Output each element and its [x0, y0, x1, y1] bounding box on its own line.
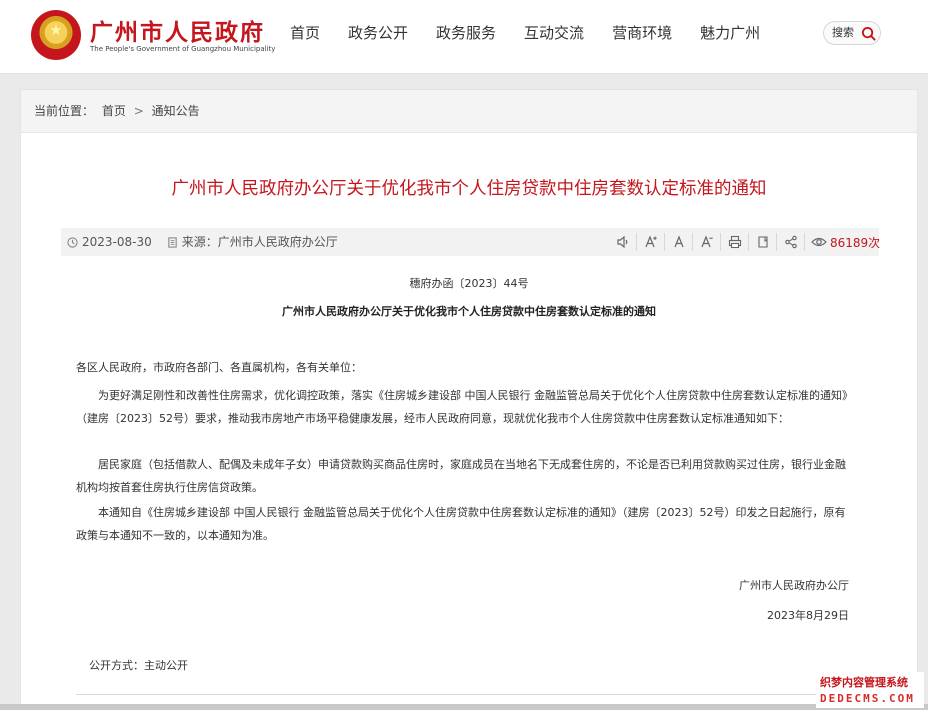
breadcrumb-current-link[interactable]: 通知公告 [152, 104, 200, 118]
watermark-line1: 织梦内容管理系统 [820, 676, 908, 689]
breadcrumb-bar: 当前位置： 首页 > 通知公告 [21, 90, 917, 133]
emblem-stars: ★ [49, 21, 63, 39]
watermark-line2: DEDECMS.COM [820, 692, 915, 705]
search-icon [861, 26, 876, 41]
nav-item-government-services[interactable]: 政务服务 [436, 22, 496, 44]
site-subtitle: The People's Government of Guangzhou Mun… [90, 45, 276, 53]
font-increase-icon [644, 235, 657, 248]
breadcrumb-separator: > [133, 104, 144, 118]
view-counter: 86189次 [805, 234, 880, 251]
font-normal-button[interactable] [665, 233, 693, 251]
site-title[interactable]: 广州市人民政府 [90, 13, 265, 47]
eye-icon [811, 237, 827, 247]
share-button[interactable] [777, 233, 805, 251]
nav-item-government-affairs[interactable]: 政务公开 [348, 22, 408, 44]
favorite-button[interactable] [749, 233, 777, 251]
site-header: ★ 广州市人民政府 The People's Government of Gua… [0, 0, 928, 74]
article-meta-bar: 2023-08-30 来源：广州市人民政府办公厅 86189次 [61, 228, 880, 256]
speaker-icon [616, 235, 627, 249]
breadcrumb-home-link[interactable]: 首页 [102, 104, 126, 118]
article-toolbar: 86189次 [609, 233, 880, 251]
content-divider [76, 694, 854, 695]
footer-strip [0, 704, 928, 710]
share-icon [784, 235, 797, 249]
document-icon [168, 236, 177, 248]
font-decrease-icon [700, 235, 713, 248]
body-paragraph: 居民家庭（包括借款人、配偶及未成年子女）申请贷款购买商品住房时，家庭成员在当地名… [76, 458, 846, 494]
publish-date: 2023-08-30 [82, 235, 152, 249]
body-paragraph: 为更好满足刚性和改善性住房需求，优化调控政策，落实《住房城乡建设部 中国人民银行… [76, 389, 853, 425]
font-decrease-button[interactable] [693, 233, 721, 251]
breadcrumb: 当前位置： 首页 > 通知公告 [34, 103, 204, 119]
article-meta: 2023-08-30 来源：广州市人民政府办公厅 [67, 234, 338, 250]
search-label: 搜索 [832, 26, 854, 39]
clock-icon [67, 236, 78, 248]
national-emblem-logo[interactable]: ★ [31, 10, 81, 60]
article-title: 广州市人民政府办公厅关于优化我市个人住房贷款中住房套数认定标准的通知 [171, 179, 767, 199]
document-subtitle: 广州市人民政府办公厅关于优化我市个人住房贷款中住房套数认定标准的通知 [282, 305, 656, 318]
view-count: 86189次 [830, 235, 881, 250]
font-increase-button[interactable] [637, 233, 665, 251]
font-normal-icon [673, 235, 684, 248]
cms-watermark: 织梦内容管理系统 DEDECMS.COM [816, 672, 924, 708]
article-card: 当前位置： 首页 > 通知公告 广州市人民政府办公厅关于优化我市个人住房贷款中住… [20, 89, 918, 710]
salutation-paragraph: 各区人民政府，市政府各部门、各直属机构，各有关单位： [76, 361, 362, 374]
nav-item-interaction[interactable]: 互动交流 [524, 22, 584, 44]
breadcrumb-prefix: 当前位置： [34, 104, 95, 118]
main-nav: 首页 政务公开 政务服务 互动交流 营商环境 魅力广州 [290, 22, 788, 44]
read-aloud-button[interactable] [609, 233, 637, 251]
nav-item-home[interactable]: 首页 [290, 22, 320, 44]
search-button[interactable]: 搜索 [823, 21, 881, 45]
print-button[interactable] [721, 233, 749, 251]
nav-item-business-environment[interactable]: 营商环境 [612, 22, 672, 44]
article-source: 来源：广州市人民政府办公厅 [181, 235, 338, 249]
print-icon [728, 235, 741, 249]
bookmark-icon [757, 236, 768, 248]
open-mode: 公开方式：主动公开 [89, 659, 188, 672]
signature-date: 2023年8月29日 [767, 609, 849, 622]
signature-org: 广州市人民政府办公厅 [739, 579, 849, 592]
body-paragraph: 本通知自《住房城乡建设部 中国人民银行 金融监管总局关于优化个人住房贷款中住房套… [76, 506, 846, 542]
document-number: 穗府办函〔2023〕44号 [409, 277, 529, 290]
nav-item-charm-guangzhou[interactable]: 魅力广州 [700, 22, 760, 44]
